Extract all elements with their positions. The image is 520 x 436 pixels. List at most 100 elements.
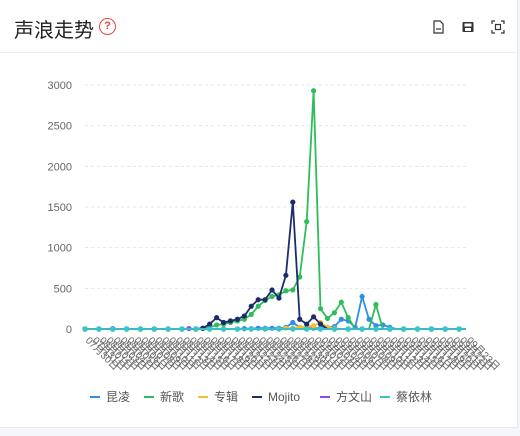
data-point bbox=[304, 326, 310, 332]
data-point bbox=[359, 293, 365, 300]
data-point bbox=[110, 326, 116, 332]
series-新歌 bbox=[82, 88, 466, 332]
data-point bbox=[82, 326, 88, 332]
data-point bbox=[227, 318, 234, 324]
data-point bbox=[317, 306, 324, 312]
data-point bbox=[283, 288, 289, 294]
data-point bbox=[442, 326, 448, 332]
data-point bbox=[241, 313, 247, 319]
data-point bbox=[311, 88, 317, 94]
data-point bbox=[269, 293, 275, 300]
data-point bbox=[331, 310, 337, 316]
data-point bbox=[290, 319, 296, 326]
data-point bbox=[151, 326, 157, 332]
data-point bbox=[193, 326, 199, 332]
data-point bbox=[414, 326, 421, 332]
y-tick-label: 1000 bbox=[48, 243, 72, 255]
data-point bbox=[345, 326, 351, 332]
y-tick-label: 2000 bbox=[48, 161, 72, 173]
x-axis: 07月30日07月31日08月01日08月02日08月03日08月04日08月0… bbox=[83, 335, 502, 373]
data-point bbox=[96, 326, 102, 332]
page-title: 声浪走势 bbox=[14, 20, 94, 42]
data-point bbox=[276, 326, 282, 332]
y-tick-label: 0 bbox=[66, 324, 72, 336]
download-image-icon[interactable] bbox=[431, 20, 445, 34]
data-point bbox=[317, 326, 324, 332]
data-point bbox=[359, 326, 365, 332]
series-line bbox=[85, 292, 466, 330]
data-point bbox=[269, 287, 275, 293]
data-point bbox=[373, 326, 379, 332]
data-point bbox=[290, 287, 296, 293]
help-icon[interactable]: ? bbox=[99, 18, 116, 35]
data-point bbox=[428, 326, 434, 332]
data-point bbox=[304, 219, 310, 225]
y-tick-label: 2500 bbox=[48, 121, 72, 133]
series-line bbox=[85, 202, 466, 330]
data-point bbox=[207, 321, 213, 327]
fullscreen-icon[interactable] bbox=[491, 20, 505, 34]
data-point bbox=[248, 311, 254, 317]
data-point bbox=[248, 303, 254, 309]
data-point bbox=[255, 303, 261, 309]
legend-label: 昆凌 bbox=[106, 390, 130, 404]
data-point bbox=[207, 326, 213, 332]
data-point bbox=[255, 297, 261, 303]
legend-label: 方文山 bbox=[336, 389, 372, 404]
data-point bbox=[338, 316, 344, 322]
y-axis: 0 500 1000 1500 2000 2500 3000 bbox=[48, 80, 72, 336]
data-point bbox=[220, 326, 227, 332]
data-point bbox=[373, 302, 379, 308]
grid-lines bbox=[85, 84, 466, 330]
data-point bbox=[276, 295, 282, 301]
data-point bbox=[324, 315, 331, 322]
data-point bbox=[290, 199, 296, 205]
legend: 昆凌 新歌 专辑 Mojito 方文山 蔡依林 bbox=[90, 389, 432, 404]
legend-item: 方文山 bbox=[320, 389, 372, 404]
legend-label: 新歌 bbox=[160, 389, 184, 404]
series-Mojito bbox=[82, 199, 466, 332]
data-point bbox=[345, 315, 351, 321]
y-tick-label: 500 bbox=[54, 283, 72, 295]
card-header: 声浪走势 ? bbox=[0, 0, 518, 53]
chart-card: 声浪走势 ? 0 500 1000 1500 2000 2500 3000 07月30日 07 bbox=[0, 0, 518, 428]
legend-item: Mojito bbox=[252, 390, 300, 404]
line-chart: 0 500 1000 1500 2000 2500 3000 07月30日07月31日08月… bbox=[48, 80, 503, 404]
data-point bbox=[165, 326, 171, 332]
data-point bbox=[262, 297, 268, 303]
data-point bbox=[234, 326, 240, 332]
data-point bbox=[401, 326, 407, 332]
data-point bbox=[220, 319, 227, 326]
data-point bbox=[123, 326, 130, 332]
data-point bbox=[456, 326, 462, 332]
data-point bbox=[283, 272, 289, 278]
data-point bbox=[331, 326, 337, 332]
legend-item: 专辑 bbox=[198, 389, 238, 404]
data-point bbox=[387, 326, 393, 332]
legend-item: 新歌 bbox=[144, 389, 184, 404]
legend-item: 昆凌 bbox=[90, 390, 130, 404]
data-point bbox=[304, 321, 310, 327]
data-point bbox=[234, 316, 240, 322]
data-point bbox=[338, 299, 344, 305]
legend-label: 专辑 bbox=[214, 389, 238, 404]
legend-item: 蔡依林 bbox=[380, 389, 432, 404]
data-point bbox=[262, 326, 268, 332]
data-point bbox=[290, 326, 296, 332]
y-tick-label: 3000 bbox=[48, 80, 72, 92]
legend-label: Mojito bbox=[268, 390, 300, 404]
series-昆凌 bbox=[82, 292, 466, 332]
series-layer bbox=[82, 88, 466, 332]
data-point bbox=[317, 321, 324, 327]
data-point bbox=[214, 322, 220, 328]
data-point bbox=[248, 326, 254, 332]
data-point bbox=[137, 326, 144, 332]
data-point bbox=[179, 326, 185, 332]
data-point bbox=[297, 316, 303, 322]
save-icon[interactable] bbox=[461, 20, 475, 34]
legend-label: 蔡依林 bbox=[396, 389, 432, 404]
data-point bbox=[214, 315, 220, 321]
data-point bbox=[311, 323, 317, 329]
y-tick-label: 1500 bbox=[48, 202, 72, 214]
data-point bbox=[311, 314, 317, 320]
